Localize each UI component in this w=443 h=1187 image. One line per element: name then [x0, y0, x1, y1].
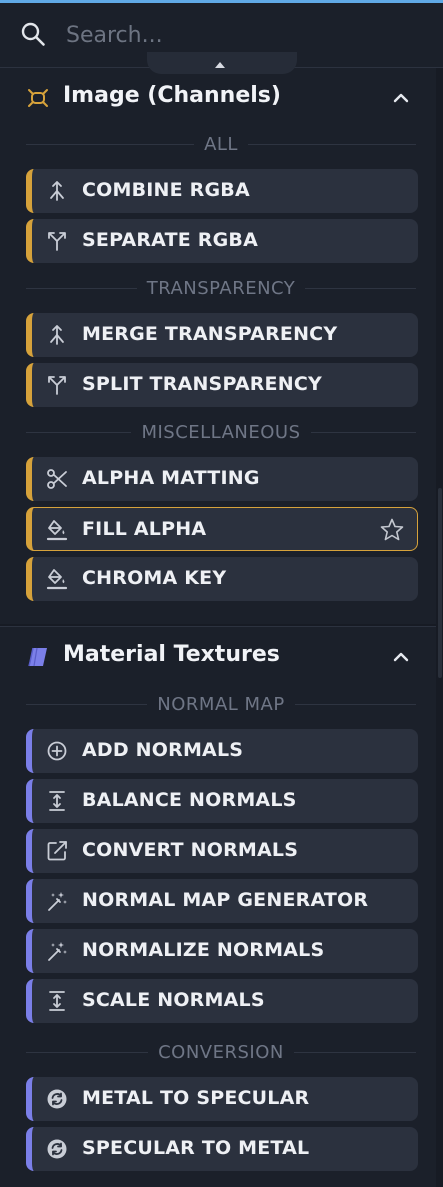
node-label: METAL TO SPECULAR [82, 1087, 310, 1109]
image-channels-icon [28, 89, 48, 107]
node-item-balance-normals[interactable]: BALANCE NORMALS [26, 779, 418, 823]
node-item-scale-normals[interactable]: SCALE NORMALS [26, 979, 418, 1023]
scroll-up-button[interactable] [147, 52, 297, 74]
node-label: FILL ALPHA [82, 518, 207, 540]
node-item-split-transparency[interactable]: SPLIT TRANSPARENCY [26, 363, 418, 407]
paint-bucket-icon [46, 569, 68, 590]
paint-bucket-icon [46, 520, 68, 541]
node-label: NORMALIZE NORMALS [82, 939, 325, 961]
plus-circle-icon [47, 741, 67, 761]
group-divider-normal-map: NORMAL MAP [26, 694, 416, 715]
category-panel-image-channels: Image (Channels) ALL COMBINE RGBA SEPARA… [0, 68, 436, 624]
node-item-alpha-matting[interactable]: ALPHA MATTING [26, 457, 418, 501]
scrollbar[interactable] [437, 68, 443, 1186]
node-label: BALANCE NORMALS [82, 789, 297, 811]
node-item-metal-to-specular[interactable]: METAL TO SPECULAR [26, 1077, 418, 1121]
node-item-fill-alpha[interactable]: FILL ALPHA [26, 507, 418, 551]
node-label: ALPHA MATTING [82, 467, 260, 489]
node-label: CHROMA KEY [82, 567, 227, 589]
merge-arrows-icon [50, 181, 64, 201]
magic-wand-icon [48, 942, 67, 961]
chevron-up-icon[interactable] [392, 648, 410, 666]
node-item-specular-to-metal[interactable]: SPECULAR TO METAL [26, 1127, 418, 1171]
node-item-merge-transparency[interactable]: MERGE TRANSPARENCY [26, 313, 418, 357]
category-header-material-textures[interactable]: Material Textures [26, 637, 418, 677]
node-label: COMBINE RGBA [82, 179, 250, 201]
scissors-icon [47, 469, 67, 489]
magic-wand-icon [48, 892, 67, 911]
node-item-chroma-key[interactable]: CHROMA KEY [26, 557, 418, 601]
node-item-combine-rgba[interactable]: COMBINE RGBA [26, 169, 418, 213]
node-item-separate-rgba[interactable]: SEPARATE RGBA [26, 219, 418, 263]
convert-circle-icon [47, 1139, 67, 1159]
node-label: SPECULAR TO METAL [82, 1137, 310, 1159]
node-item-convert-normals[interactable]: CONVERT NORMALS [26, 829, 418, 873]
group-divider-all: ALL [26, 134, 416, 155]
search-icon [21, 22, 45, 46]
external-link-icon [47, 841, 67, 861]
group-divider-miscellaneous: MISCELLANEOUS [26, 422, 416, 443]
star-outline-icon[interactable] [379, 517, 405, 543]
group-divider-conversion: CONVERSION [26, 1042, 416, 1063]
node-label: SPLIT TRANSPARENCY [82, 373, 322, 395]
node-label: MERGE TRANSPARENCY [82, 323, 338, 345]
node-label: NORMAL MAP GENERATOR [82, 889, 369, 911]
search-input[interactable] [66, 15, 406, 55]
vertical-scale-icon [49, 991, 65, 1011]
category-panel-material-textures: Material Textures NORMAL MAP ADD NORMALS… [0, 626, 436, 1187]
scrollbar-thumb[interactable] [438, 488, 442, 678]
group-divider-transparency: TRANSPARENCY [26, 278, 416, 299]
merge-arrows-icon [50, 325, 64, 345]
chevron-up-icon[interactable] [392, 89, 410, 107]
node-item-add-normals[interactable]: ADD NORMALS [26, 729, 418, 773]
split-arrows-icon [48, 232, 66, 251]
category-title: Image (Channels) [63, 83, 281, 108]
convert-circle-icon [47, 1089, 67, 1109]
node-item-normal-map-generator[interactable]: NORMAL MAP GENERATOR [26, 879, 418, 923]
category-title: Material Textures [63, 642, 280, 667]
split-arrows-icon [48, 376, 66, 395]
material-textures-icon [28, 647, 47, 667]
node-label: CONVERT NORMALS [82, 839, 299, 861]
caret-up-icon [215, 62, 225, 68]
vertical-scale-icon [49, 791, 65, 811]
node-item-normalize-normals[interactable]: NORMALIZE NORMALS [26, 929, 418, 973]
node-label: SEPARATE RGBA [82, 229, 258, 251]
node-label: SCALE NORMALS [82, 989, 265, 1011]
category-header-image-channels[interactable]: Image (Channels) [26, 78, 418, 118]
node-label: ADD NORMALS [82, 739, 244, 761]
